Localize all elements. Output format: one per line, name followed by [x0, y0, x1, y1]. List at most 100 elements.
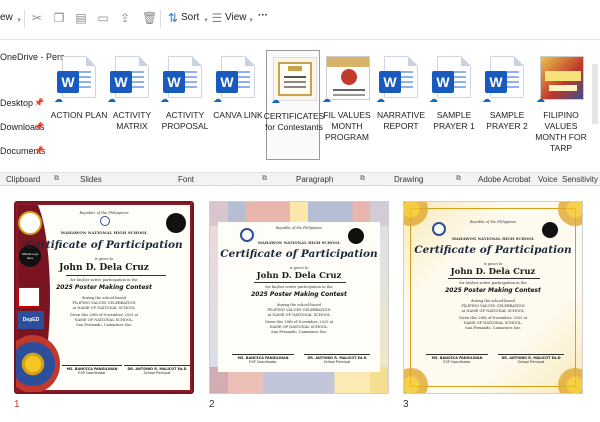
pin-icon: 📌: [34, 98, 44, 107]
file-item-selected[interactable]: ☁ CERTIFICATES for Contestants: [264, 50, 324, 160]
cert-republic: Republic of the Philippines: [469, 220, 517, 224]
school-logo-right: [166, 213, 186, 233]
nav-item-desktop[interactable]: Desktop: [0, 98, 33, 108]
cert-title: Certificate of Participation: [414, 244, 572, 256]
name-underline: [66, 275, 166, 276]
ribbon-group-voice: Voice: [538, 175, 558, 184]
view-menu-partial[interactable]: ew: [0, 12, 13, 23]
file-item[interactable]: W ☁ SAMPLE PRAYER 1: [427, 50, 481, 160]
cert-given-this: Given this 28th of November, 2025 at: [458, 316, 528, 320]
cert-place1: NAME OF NATIONAL SCHOOL,: [463, 321, 523, 325]
cert-for-text: for his/her active participation in the: [459, 281, 527, 285]
cert-place1: NAME OF NATIONAL SCHOOL,: [74, 318, 134, 322]
rename-icon[interactable]: ▭: [96, 11, 110, 25]
cert-celebration: FILIPINO VALUES CELEBRATION: [72, 301, 136, 305]
scrollbar[interactable]: [592, 64, 598, 124]
signatory-1-role: ESP Coordinator: [249, 360, 277, 364]
ribbon-group-slides: Slides: [80, 175, 102, 184]
cloud-sync-icon: ☁: [536, 94, 545, 104]
cert-school: MAHAWON NATIONAL HIGH SCHOOL: [60, 230, 148, 235]
cert-place2: San Fernando, Camarines Sur.: [271, 330, 327, 334]
file-name: FILIPINO VALUES MONTH FOR TARP: [535, 110, 587, 153]
explorer-command-bar: ew ▾ ✂ ❐ ▤ ▭ ⇪ 🗑 ⇅ Sort ▾ ☰ View ▾ ···: [0, 0, 600, 40]
navigation-pane: OneDrive - Pers Desktop 📌 Downloads 📌 Do…: [0, 40, 65, 180]
cert-name: John D. Dela Cruz: [256, 271, 342, 281]
cloud-sync-icon: ☁: [429, 94, 438, 104]
name-underline: [254, 282, 346, 283]
file-item[interactable]: W ☁ CANVA LINK: [211, 50, 265, 160]
ribbon-group-labels: Clipboard ⧉ Slides Font ⧉ Paragraph ⧉ Dr…: [0, 172, 600, 186]
dialog-launcher-icon[interactable]: ⧉: [262, 175, 267, 183]
cert-for-text: for his/her active participation in the: [70, 278, 138, 282]
cert-contest: 2025 Poster Making Contest: [251, 291, 347, 298]
sort-icon[interactable]: ⇅: [166, 11, 180, 25]
cert-given-to: is given to: [94, 257, 114, 261]
file-item[interactable]: ☁ FILIPINO VALUES MONTH FOR TARP: [534, 50, 588, 160]
cert-school: MAHAWON NATIONAL HIGH SCHOOL: [451, 236, 535, 241]
cert-place1: NAME OF NATIONAL SCHOOL,: [269, 325, 329, 329]
cut-icon[interactable]: ✂: [30, 11, 44, 25]
file-item[interactable]: W ☁ NARRATIVE REPORT: [374, 50, 428, 160]
pin-icon: 📌: [34, 122, 44, 131]
signatory-1-role: ESP Coordinator: [443, 360, 471, 364]
dialog-launcher-icon[interactable]: ⧉: [360, 175, 365, 183]
slide-sorter: Official Logo Here DepED Republic of the…: [0, 187, 600, 422]
powerpoint-window: ew ▾ ✂ ❐ ▤ ▭ ⇪ 🗑 ⇅ Sort ▾ ☰ View ▾ ··· O…: [0, 0, 600, 422]
cert-school: MAHAWON NATIONAL HIGH SCHOOL: [257, 240, 341, 245]
file-item[interactable]: ☁ FIL VALUES MONTH PROGRAM: [320, 50, 374, 160]
cloud-sync-icon: ☁: [271, 95, 280, 105]
file-name: SAMPLE PRAYER 2: [486, 110, 528, 131]
copy-icon[interactable]: ❐: [52, 11, 66, 25]
word-document-icon: W: [432, 56, 471, 98]
slide-thumbnail-3[interactable]: Republic of the Philippines MAHAWON NATI…: [403, 201, 583, 394]
signatory-1-role: ESP Coordinator: [78, 371, 106, 375]
word-document-icon: W: [216, 56, 255, 98]
ribbon-group-drawing: Drawing: [394, 175, 424, 184]
cloud-sync-icon: ☁: [376, 94, 385, 104]
deped-logo-icon: [100, 216, 110, 226]
cloud-sync-icon: ☁: [54, 94, 63, 104]
view-icon[interactable]: ☰: [210, 11, 224, 25]
slide-number-2: 2: [209, 399, 215, 410]
cert-republic: Republic of the Philippines: [275, 226, 323, 230]
pin-icon: 📌: [34, 146, 44, 155]
share-icon[interactable]: ⇪: [118, 11, 132, 25]
file-name: CANVA LINK: [213, 110, 263, 120]
delete-icon[interactable]: 🗑: [142, 11, 157, 25]
cert-at: at NAME OF NATIONAL SCHOOL: [267, 313, 331, 317]
file-item[interactable]: W ☁ ACTIVITY MATRIX: [105, 50, 159, 160]
name-underline: [448, 278, 540, 279]
cloud-sync-icon: ☁: [160, 94, 169, 104]
program-thumbnail-icon: [326, 56, 370, 100]
slide-thumbnail-1[interactable]: Official Logo Here DepED Republic of the…: [14, 201, 194, 394]
cloud-sync-icon: ☁: [107, 94, 116, 104]
cert-title: Certificate of Participation: [220, 248, 378, 260]
file-list: W ☁ ACTION PLAN W ☁ ACTIVITY MATRIX W ☁ …: [51, 44, 600, 174]
slide-number-1: 1: [14, 399, 20, 410]
cert-given-this: Given this 28th of November, 2025 at: [264, 320, 334, 324]
divider: [24, 10, 25, 28]
file-item[interactable]: W ☁ ACTIVITY PROPOSAL: [158, 50, 212, 160]
ribbon-group-paragraph: Paragraph: [296, 175, 334, 184]
cert-given-this: Given this 28th of November, 2025 at: [69, 313, 139, 317]
cloud-sync-icon: ☁: [322, 94, 331, 104]
signatory-2-role: School Principal: [517, 360, 545, 364]
paste-icon[interactable]: ▤: [74, 11, 88, 25]
cert-given-to: is given to: [289, 266, 309, 270]
word-document-icon: W: [163, 56, 202, 98]
chevron-down-icon: ▾: [249, 17, 253, 24]
ribbon-group-clipboard: Clipboard: [6, 175, 41, 184]
cert-place2: San Fernando, Camarines Sur.: [76, 323, 132, 327]
cert-republic: Republic of the Philippines: [79, 211, 129, 215]
sort-button[interactable]: Sort: [181, 12, 199, 23]
signatory-2-role: School Principal: [143, 371, 171, 375]
cloud-sync-icon: ☁: [213, 94, 222, 104]
file-item[interactable]: W ☁ ACTION PLAN: [51, 50, 107, 160]
file-item[interactable]: W ☁ SAMPLE PRAYER 2: [480, 50, 534, 160]
dialog-launcher-icon[interactable]: ⧉: [54, 175, 59, 183]
dialog-launcher-icon[interactable]: ⧉: [456, 175, 461, 183]
cert-during: during the school-based: [277, 303, 321, 307]
slide-thumbnail-2[interactable]: Republic of the Philippines MAHAWON NATI…: [209, 201, 389, 394]
word-document-icon: W: [379, 56, 418, 98]
more-options-button[interactable]: ···: [258, 10, 268, 21]
